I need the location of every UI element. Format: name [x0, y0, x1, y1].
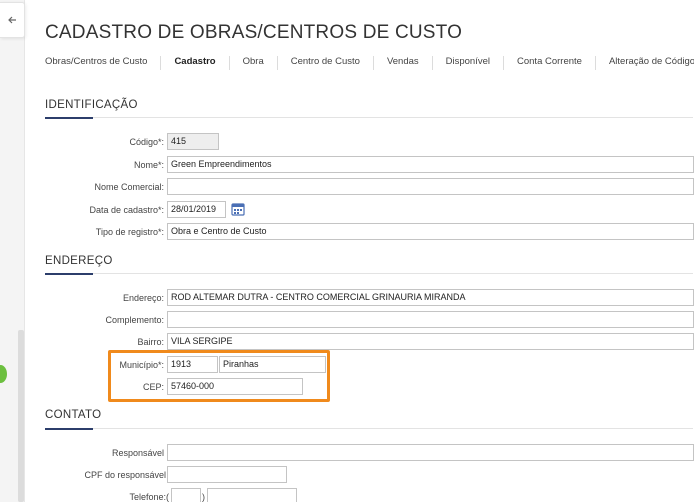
nome-comercial-label: Nome Comercial:	[94, 182, 164, 192]
section-title-contato: CONTATO	[45, 409, 102, 421]
section-title-identificacao: IDENTIFICAÇÃO	[45, 99, 138, 111]
data-cadastro-label: Data de cadastro*:	[89, 205, 164, 215]
tab-disponivel[interactable]: Disponível	[433, 56, 504, 70]
complemento-label: Complemento:	[105, 315, 164, 325]
highlight-box	[108, 350, 330, 402]
responsavel-input[interactable]	[167, 444, 694, 461]
telefone-open-paren: (	[166, 492, 169, 502]
section-accent	[45, 117, 93, 119]
nome-input[interactable]: Green Empreendimentos	[167, 156, 694, 173]
section-title-endereco: ENDEREÇO	[45, 255, 113, 267]
codigo-label: Código*:	[129, 137, 164, 147]
cpf-responsavel-input[interactable]	[167, 466, 287, 483]
nome-label: Nome*:	[133, 160, 164, 170]
arrow-left-icon	[8, 16, 16, 24]
telefone-close-paren: )	[202, 492, 205, 502]
tab-obras-centros[interactable]: Obras/Centros de Custo	[45, 56, 162, 70]
data-cadastro-input[interactable]: 28/01/2019	[167, 201, 226, 218]
tab-centro-de-custo[interactable]: Centro de Custo	[278, 56, 374, 70]
collapse-sidebar-button[interactable]	[0, 2, 25, 38]
tab-bar: Obras/Centros de Custo Cadastro Obra Cen…	[45, 56, 694, 70]
section-divider	[45, 428, 693, 429]
section-accent	[45, 428, 93, 430]
codigo-field: 415	[167, 133, 219, 150]
nome-comercial-input[interactable]	[167, 178, 694, 195]
sidebar-scrollbar[interactable]	[18, 330, 24, 502]
tipo-registro-select[interactable]: Obra e Centro de Custo	[167, 223, 694, 240]
tab-obra[interactable]: Obra	[230, 56, 278, 70]
section-accent	[45, 273, 93, 275]
tab-conta-corrente[interactable]: Conta Corrente	[504, 56, 596, 70]
section-divider	[45, 273, 693, 274]
responsavel-label: Responsável	[111, 448, 164, 458]
tipo-registro-label: Tipo de registro*:	[95, 227, 164, 237]
page-title: CADASTRO DE OBRAS/CENTROS DE CUSTO	[45, 22, 463, 43]
section-divider	[45, 117, 693, 118]
tab-alteracao-codigo[interactable]: Alteração de Código	[596, 56, 694, 70]
bairro-label: Bairro:	[137, 337, 164, 347]
telefone-number-input[interactable]	[207, 488, 297, 502]
complemento-input[interactable]	[167, 311, 694, 328]
endereco-input[interactable]: ROD ALTEMAR DUTRA - CENTRO COMERCIAL GRI…	[167, 289, 694, 306]
endereco-label: Endereço:	[122, 293, 164, 303]
tab-vendas[interactable]: Vendas	[374, 56, 433, 70]
telefone-ddd-input[interactable]	[171, 488, 201, 502]
tab-cadastro[interactable]: Cadastro	[161, 56, 230, 70]
telefone-label: Telefone:	[129, 492, 166, 502]
cpf-responsavel-label: CPF do responsável	[84, 470, 166, 480]
calendar-icon[interactable]	[231, 202, 245, 216]
bairro-input[interactable]: VILA SERGIPE	[167, 333, 694, 350]
